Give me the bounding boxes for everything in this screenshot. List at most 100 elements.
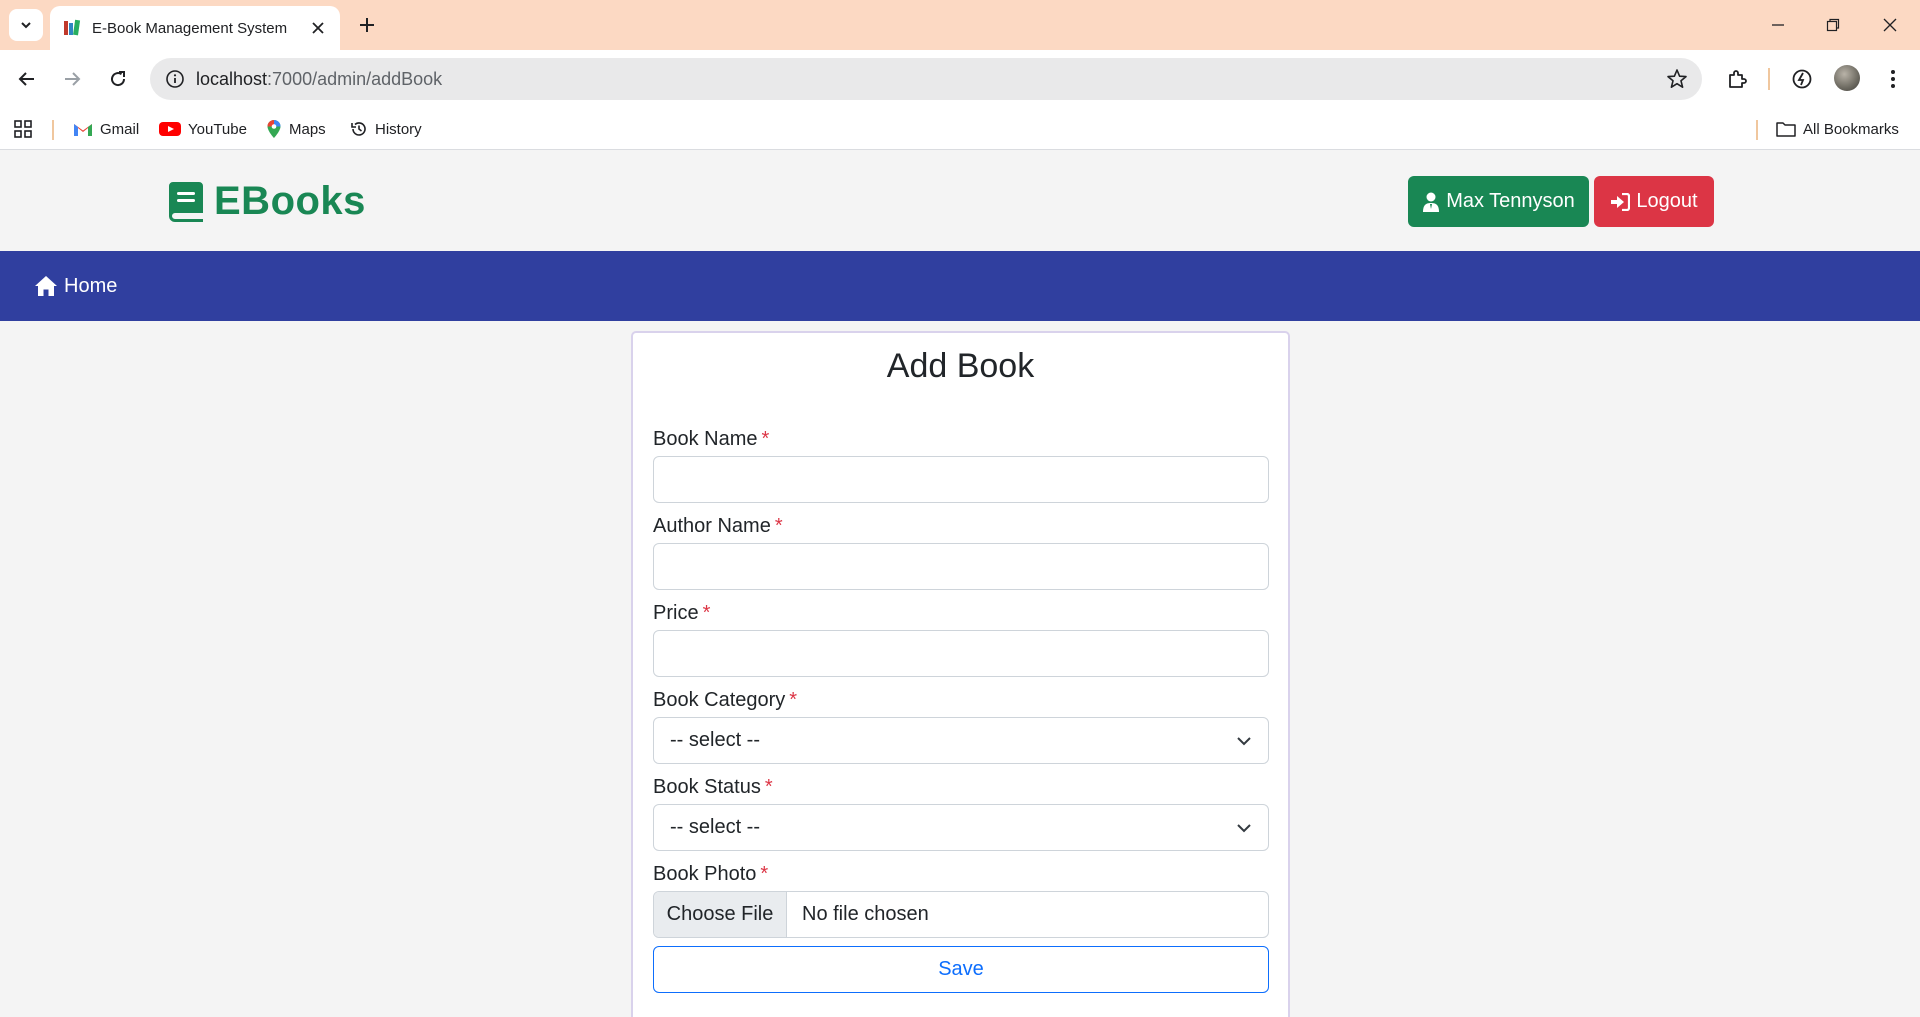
book-photo-file-input[interactable]: Choose File No file chosen <box>653 891 1269 938</box>
restore-icon <box>1826 18 1840 32</box>
reload-icon <box>111 71 126 87</box>
required-marker: * <box>761 428 770 450</box>
tab-search-button[interactable] <box>9 9 43 41</box>
bookmark-label: Maps <box>289 120 326 138</box>
bookmark-label: History <box>375 120 422 138</box>
book-status-label: Book Status * <box>653 776 773 799</box>
required-marker: * <box>774 515 783 537</box>
puzzle-icon <box>1729 70 1747 88</box>
folder-icon <box>1776 122 1796 137</box>
performance-button[interactable] <box>1787 64 1817 94</box>
label-text: Author Name <box>653 515 771 537</box>
home-icon <box>35 276 57 296</box>
arrow-left-icon <box>18 72 34 86</box>
forward-button[interactable] <box>57 64 87 94</box>
sign-in-icon <box>1611 192 1631 211</box>
book-icon <box>169 181 203 222</box>
close-icon <box>1883 18 1897 32</box>
bookmark-youtube[interactable]: YouTube <box>159 108 247 150</box>
required-marker: * <box>789 689 798 711</box>
books-favicon-icon <box>64 19 81 36</box>
apps-grid-icon <box>14 120 32 138</box>
bookmark-maps[interactable]: Maps <box>266 108 326 150</box>
url-path: :7000/admin/addBook <box>267 68 443 89</box>
gmail-icon <box>74 124 92 136</box>
add-book-card: Add Book Book Name * Author Name * Price * … <box>631 331 1290 1017</box>
price-input[interactable] <box>653 630 1269 677</box>
book-status-select[interactable]: -- select -- <box>653 804 1269 851</box>
address-bar[interactable]: localhost:7000/admin/addBook <box>150 58 1702 100</box>
author-name-input[interactable] <box>653 543 1269 590</box>
user-profile-button[interactable]: Max Tennyson <box>1408 176 1589 227</box>
speedometer-icon <box>1792 69 1812 89</box>
bookmark-star-icon[interactable] <box>1666 68 1688 90</box>
user-icon <box>1423 192 1440 212</box>
brand-name: EBooks <box>214 179 366 223</box>
nav-home-link[interactable]: Home <box>34 251 117 321</box>
book-photo-label: Book Photo * <box>653 863 768 886</box>
label-text: Book Status <box>653 776 761 798</box>
minimize-button[interactable] <box>1758 8 1798 42</box>
history-icon <box>351 122 366 136</box>
browser-tab[interactable]: E-Book Management System <box>50 6 340 50</box>
required-marker: * <box>702 602 711 624</box>
url-text: localhost:7000/admin/addBook <box>196 69 442 90</box>
site-info-icon[interactable] <box>164 68 186 90</box>
minimize-icon <box>1772 24 1784 26</box>
extensions-button[interactable] <box>1722 64 1752 94</box>
main-navbar: Home <box>0 251 1920 321</box>
chevron-down-icon <box>21 22 31 29</box>
bookmark-history[interactable]: History <box>350 108 422 150</box>
user-name: Max Tennyson <box>1446 190 1575 212</box>
maps-icon <box>267 120 281 138</box>
price-label: Price * <box>653 602 710 625</box>
bookmarks-bar: Gmail YouTube Maps History All Bookmarks <box>0 108 1920 150</box>
select-value: -- select -- <box>670 816 760 838</box>
label-text: Book Category <box>653 689 786 711</box>
all-bookmarks-label: All Bookmarks <box>1803 120 1899 138</box>
book-category-label: Book Category * <box>653 689 797 712</box>
book-category-select[interactable]: -- select -- <box>653 717 1269 764</box>
new-tab-button[interactable] <box>352 10 382 40</box>
all-bookmarks[interactable]: All Bookmarks <box>1776 108 1899 150</box>
save-button[interactable]: Save <box>653 946 1269 993</box>
page-title: Add Book <box>886 347 1035 385</box>
close-window-button[interactable] <box>1870 8 1910 42</box>
arrow-right-icon <box>65 72 81 86</box>
file-status-text: No file chosen <box>802 903 929 925</box>
select-value: -- select -- <box>670 729 760 751</box>
toolbar-divider <box>1768 68 1770 90</box>
choose-file-button[interactable]: Choose File <box>654 892 787 937</box>
reload-button[interactable] <box>103 64 133 94</box>
apps-button[interactable] <box>14 108 39 150</box>
site-header: EBooks Max Tennyson Logout <box>0 151 1920 251</box>
bookmarks-divider <box>1756 120 1758 140</box>
brand-logo[interactable]: EBooks <box>168 179 366 224</box>
required-marker: * <box>764 776 773 798</box>
chevron-down-icon <box>1237 737 1251 746</box>
plus-icon <box>360 18 374 32</box>
chevron-down-icon <box>1237 824 1251 833</box>
bookmark-label: YouTube <box>188 120 247 138</box>
label-text: Book Name <box>653 428 758 450</box>
back-button[interactable] <box>12 64 42 94</box>
author-name-label: Author Name * <box>653 515 783 538</box>
bookmarks-divider <box>52 120 54 140</box>
more-vertical-icon <box>1891 70 1895 88</box>
restore-button[interactable] <box>1813 8 1853 42</box>
youtube-icon <box>159 122 181 136</box>
url-host: localhost <box>196 68 268 89</box>
menu-button[interactable] <box>1878 64 1908 94</box>
bookmark-label: Gmail <box>100 120 140 138</box>
bookmark-gmail[interactable]: Gmail <box>73 108 139 150</box>
tab-close-icon[interactable] <box>308 18 328 38</box>
book-name-label: Book Name * <box>653 428 769 451</box>
profile-avatar[interactable] <box>1834 65 1860 91</box>
browser-tabstrip: E-Book Management System <box>0 0 1920 50</box>
tab-title: E-Book Management System <box>92 19 288 37</box>
logout-label: Logout <box>1636 190 1698 212</box>
logout-button[interactable]: Logout <box>1594 176 1714 227</box>
required-marker: * <box>760 863 769 885</box>
label-text: Price <box>653 602 699 624</box>
book-name-input[interactable] <box>653 456 1269 503</box>
